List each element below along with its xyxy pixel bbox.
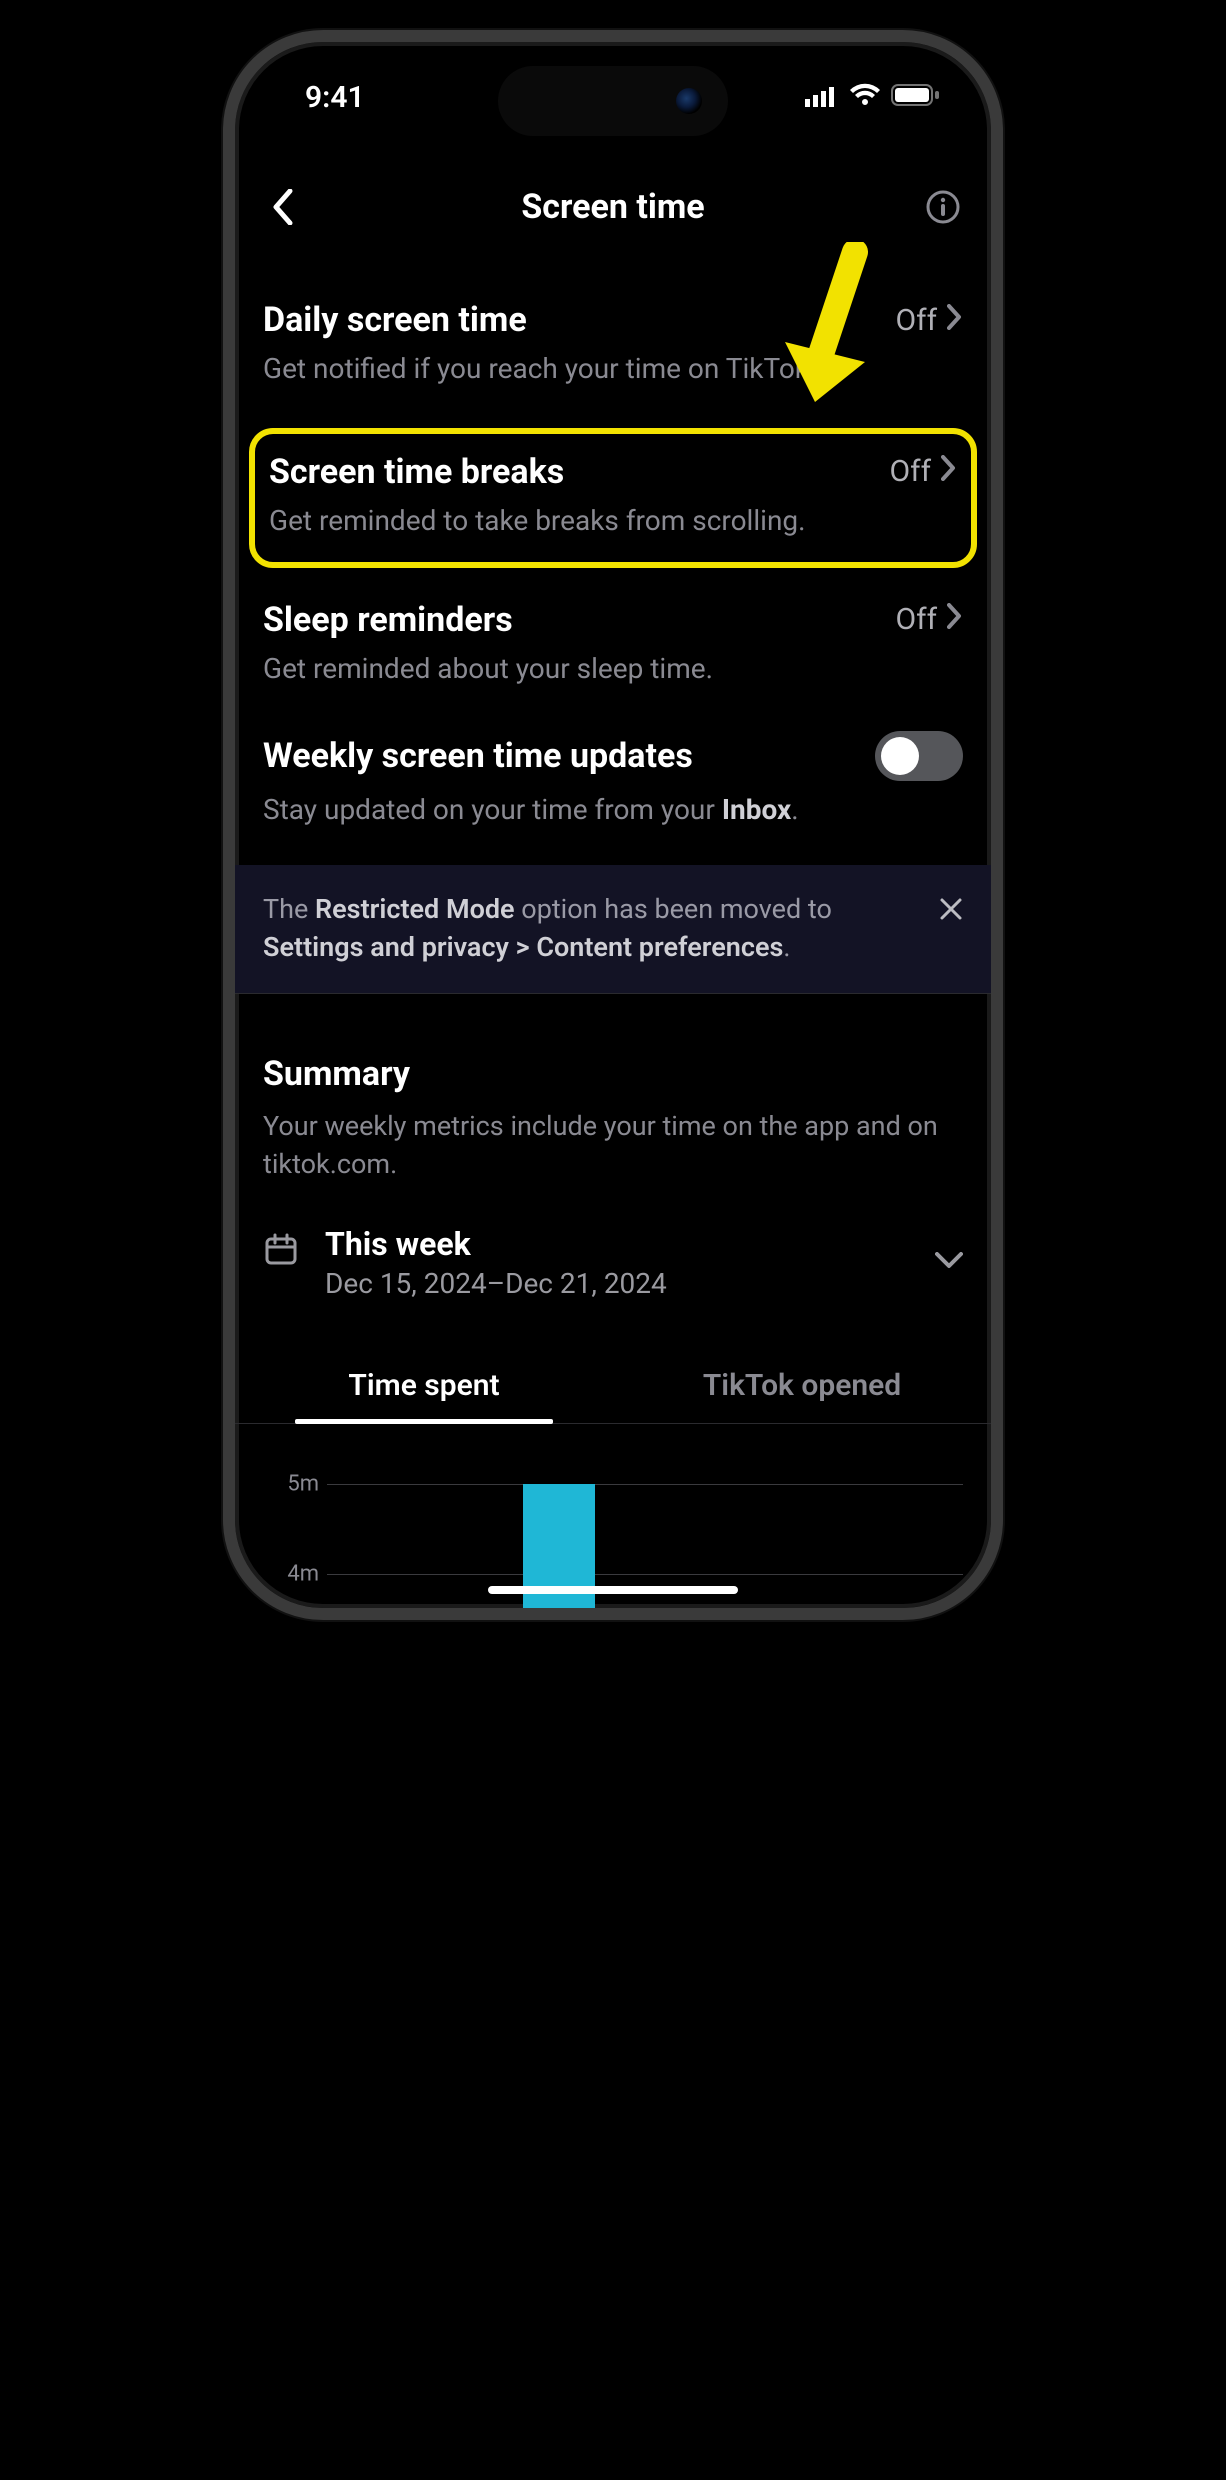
y-tick-label: 5m [263,1472,319,1497]
row-subtitle: Get notified if you reach your time on T… [263,350,963,388]
row-value: Off [896,303,938,338]
phone-frame: 9:41 Screen time [223,30,1003,1620]
back-button[interactable] [263,187,303,227]
tab-time-spent[interactable]: Time spent [235,1348,613,1423]
toggle-knob [881,737,919,775]
chevron-down-icon [935,1252,963,1274]
time-spent-chart: 5m 4m 3m [263,1484,963,1620]
tab-tiktok-opened[interactable]: TikTok opened [613,1348,991,1423]
row-title: Sleep reminders [263,600,513,640]
week-selector[interactable]: This week Dec 15, 2024–Dec 21, 2024 [235,1183,991,1300]
row-title: Daily screen time [263,300,527,340]
front-camera [676,88,702,114]
week-range: Dec 15, 2024–Dec 21, 2024 [325,1267,667,1300]
cellular-icon [805,80,839,115]
grid-line [327,1574,963,1575]
row-weekly-updates: Weekly screen time updates Stay updated … [235,713,991,855]
calendar-icon [263,1231,303,1271]
row-title: Weekly screen time updates [263,736,693,776]
chevron-right-icon [947,602,963,637]
wifi-icon [849,80,881,115]
summary-section: Summary Your weekly metrics include your… [235,994,991,1184]
row-sleep-reminders[interactable]: Sleep reminders Off Get reminded about y… [235,582,991,714]
notice-close-button[interactable] [939,891,963,928]
row-subtitle: Stay updated on your time from your Inbo… [263,791,963,829]
notice-text: The Restricted Mode option has been move… [263,891,919,967]
week-label: This week [325,1225,667,1263]
chart-bar [523,1484,595,1620]
row-subtitle: Get reminded about your sleep time. [263,650,963,688]
battery-icon [891,80,941,115]
nav-header: Screen time [235,172,991,242]
row-value: Off [896,602,938,637]
row-daily-screen-time[interactable]: Daily screen time Off Get notified if yo… [235,282,991,414]
metric-tabs: Time spent TikTok opened [235,1348,991,1424]
restricted-mode-notice: The Restricted Mode option has been move… [235,865,991,993]
status-time: 9:41 [305,80,365,115]
chevron-right-icon [941,454,957,489]
summary-heading: Summary [263,1054,963,1094]
row-title: Screen time breaks [269,452,564,492]
summary-description: Your weekly metrics include your time on… [263,1108,963,1184]
screen-content: Screen time Daily screen time Off [235,42,991,1608]
chevron-right-icon [947,303,963,338]
grid-line [327,1484,963,1485]
weekly-updates-toggle[interactable] [875,731,963,781]
info-button[interactable] [923,187,963,227]
home-indicator[interactable] [488,1586,738,1594]
dynamic-island [498,66,728,136]
row-subtitle: Get reminded to take breaks from scrolli… [269,502,957,540]
y-tick-label: 4m [263,1562,319,1587]
page-title: Screen time [235,187,991,227]
row-screen-time-breaks[interactable]: Screen time breaks Off Get reminded to t… [249,428,977,568]
row-value: Off [890,454,932,489]
